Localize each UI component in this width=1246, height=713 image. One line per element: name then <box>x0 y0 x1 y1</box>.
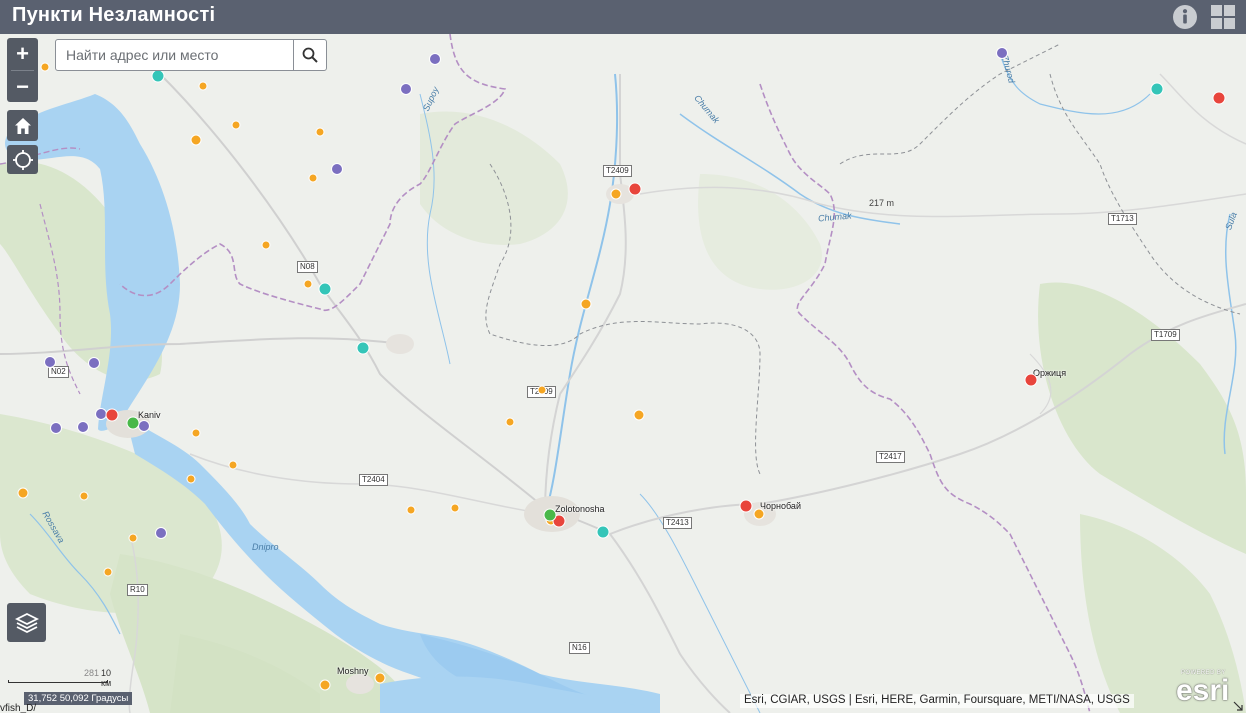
marker-layer <box>17 47 1226 691</box>
esri-logo[interactable]: POWERED BY esri <box>1175 670 1237 707</box>
scale-prefix: 281 <box>84 668 100 678</box>
grid-icon <box>1211 5 1235 29</box>
shelter-point-icon[interactable] <box>44 47 1008 539</box>
power-point-icon[interactable] <box>126 416 557 522</box>
medical-point-icon[interactable] <box>105 91 1226 528</box>
locate-button[interactable] <box>7 145 38 174</box>
coordinate-readout: 31,752 50,092 Градусы <box>24 692 133 705</box>
app-title: Пункти Незламності <box>12 4 216 26</box>
info-button[interactable] <box>1170 2 1200 32</box>
search-icon <box>302 47 318 63</box>
scale-line <box>8 680 108 683</box>
zoom-out-button[interactable]: − <box>7 71 38 102</box>
scale-label: 10 км <box>101 668 112 688</box>
layers-button[interactable] <box>7 603 46 642</box>
search-button[interactable] <box>293 40 326 70</box>
search-input[interactable] <box>56 40 294 70</box>
scale-bar: 281 10 км <box>8 668 111 688</box>
info-icon <box>1173 5 1197 29</box>
widgets-button[interactable] <box>1208 2 1238 32</box>
map-attribution[interactable]: Esri, CGIAR, USGS | Esri, HERE, Garmin, … <box>740 694 1134 708</box>
zoom-in-button[interactable]: + <box>7 38 38 69</box>
layers-icon <box>14 612 39 633</box>
app-header: Пункти Незламності <box>0 0 1246 34</box>
resize-icon[interactable] <box>1233 701 1243 711</box>
home-icon <box>14 117 31 134</box>
home-button[interactable] <box>7 110 38 141</box>
fuel-point-icon[interactable] <box>151 69 1164 539</box>
heating-point-icon[interactable] <box>17 62 765 691</box>
search-widget <box>55 39 327 71</box>
zoom-control: + − <box>7 38 38 102</box>
bottom-left-text: vfish_D/ <box>0 703 37 713</box>
map-view[interactable]: Kaniv Zolotonosha Чорнобай Оржиця Moshny… <box>0 34 1246 713</box>
locate-icon <box>12 149 33 170</box>
esri-brand: esri <box>1176 674 1230 707</box>
